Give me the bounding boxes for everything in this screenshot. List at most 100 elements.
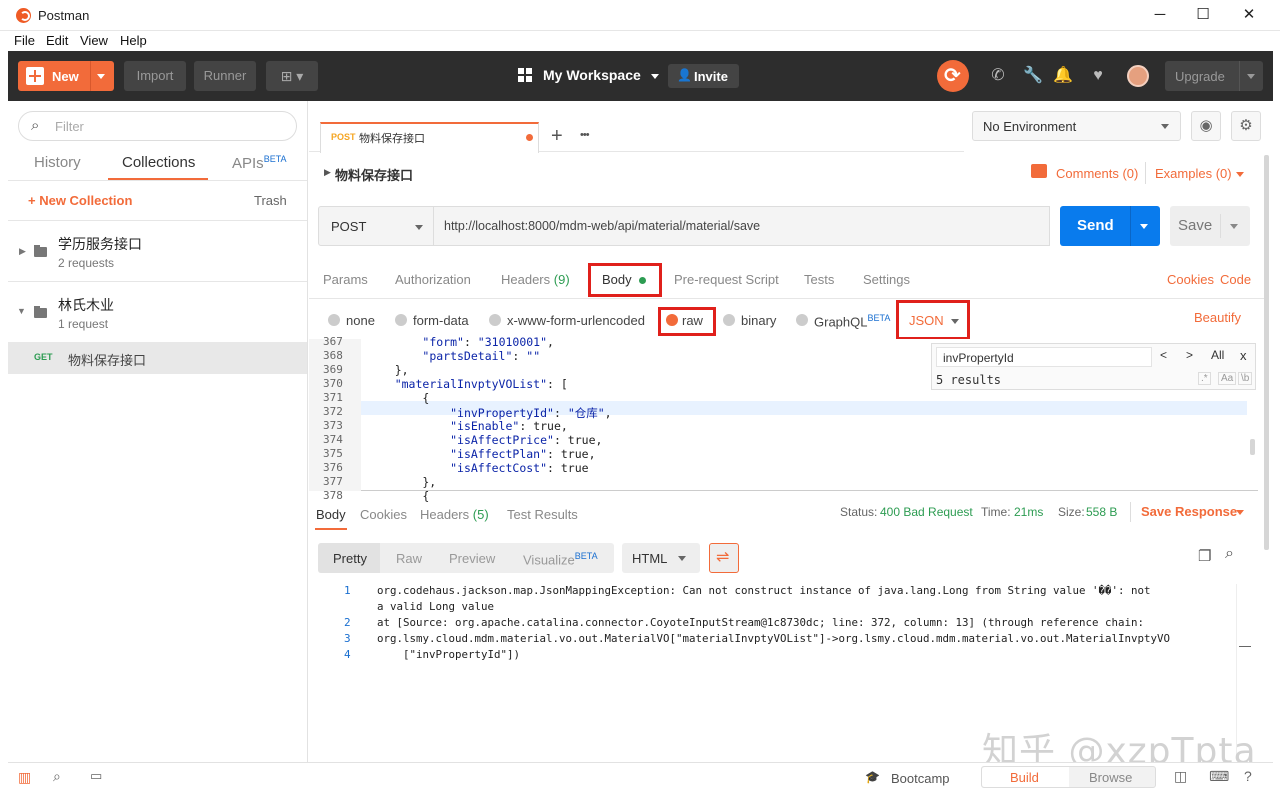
view-pretty[interactable]: Pretty <box>333 551 367 566</box>
save-caret-icon[interactable] <box>1230 224 1238 229</box>
code-line[interactable]: }, <box>367 475 436 489</box>
page-scrollbar[interactable] <box>1264 155 1269 550</box>
radio-binary[interactable] <box>723 314 735 326</box>
build-mode-button[interactable]: Build <box>1010 770 1039 785</box>
console-icon[interactable]: ▭ <box>90 768 102 784</box>
new-window-button[interactable]: ⊞ ▾ <box>266 61 318 91</box>
two-pane-view-icon[interactable]: ◫ <box>1174 768 1187 785</box>
keyboard-shortcuts-icon[interactable]: ⌨ <box>1209 768 1229 785</box>
wrap-lines-icon[interactable] <box>709 543 739 573</box>
unsaved-dot-icon[interactable] <box>526 134 533 141</box>
status-value[interactable]: 400 Bad Request <box>880 505 973 519</box>
find-replace-icon[interactable]: ⌕ <box>53 768 61 785</box>
send-caret-icon[interactable] <box>1140 224 1148 229</box>
code-line[interactable]: { <box>367 391 429 405</box>
environment-select[interactable]: No Environment <box>972 111 1181 141</box>
tab-body[interactable]: Body <box>602 272 647 287</box>
save-response-button[interactable]: Save Response <box>1141 504 1237 519</box>
response-tab-body[interactable]: Body <box>316 507 346 522</box>
beautify-link[interactable]: Beautify <box>1194 310 1241 325</box>
send-button[interactable]: Send <box>1060 206 1160 246</box>
cookies-link[interactable]: Cookies <box>1167 272 1214 287</box>
search-icon[interactable]: ⌕ <box>1225 545 1234 563</box>
find-input[interactable]: invPropertyId <box>936 347 1152 367</box>
radio-form-data[interactable] <box>395 314 407 326</box>
bootcamp-link[interactable]: Bootcamp <box>891 771 950 786</box>
body-type-none[interactable]: none <box>346 313 375 328</box>
menu-edit[interactable]: Edit <box>46 33 68 48</box>
code-line[interactable]: "isAffectPlan": true, <box>367 447 595 461</box>
chevron-right-icon[interactable]: ▶ <box>324 167 331 178</box>
sync-icon[interactable] <box>937 60 969 92</box>
find-case-toggle[interactable]: Aa <box>1218 372 1237 385</box>
find-prev-button[interactable]: < <box>1160 348 1167 362</box>
help-icon[interactable]: ? <box>1244 768 1252 784</box>
radio-urlencoded[interactable] <box>489 314 501 326</box>
url-input[interactable]: http://localhost:8000/mdm-web/api/materi… <box>434 206 1050 246</box>
examples-caret-icon[interactable] <box>1236 172 1244 177</box>
runner-button[interactable]: Runner <box>194 61 256 91</box>
request-item[interactable]: GET 物料保存接口 <box>8 342 307 374</box>
collection-item[interactable]: ▶ 学历服务接口 2 requests <box>8 221 307 281</box>
bell-icon[interactable]: 🔔 <box>1053 66 1073 86</box>
manage-environments-button[interactable]: ⚙ <box>1231 111 1261 141</box>
time-value[interactable]: 21ms <box>1014 505 1043 519</box>
comments-button[interactable]: Comments (0) <box>1056 166 1138 181</box>
close-window-button[interactable]: ✕ <box>1229 4 1269 26</box>
body-type-raw[interactable]: raw <box>682 313 703 328</box>
view-raw[interactable]: Raw <box>396 551 422 566</box>
find-close-button[interactable]: x <box>1240 348 1247 363</box>
menu-help[interactable]: Help <box>120 33 147 48</box>
chevron-right-icon[interactable]: ▶ <box>19 246 26 257</box>
browse-mode-button[interactable]: Browse <box>1089 770 1132 785</box>
upgrade-caret-icon[interactable] <box>1247 74 1255 79</box>
menu-file[interactable]: File <box>14 33 35 48</box>
code-link[interactable]: Code <box>1220 272 1251 287</box>
maximize-button[interactable]: ☐ <box>1183 4 1223 26</box>
code-line[interactable]: "isAffectPrice": true, <box>367 433 602 447</box>
code-line[interactable]: "isEnable": true, <box>367 419 568 433</box>
menu-view[interactable]: View <box>80 33 108 48</box>
body-type-form-data[interactable]: form-data <box>413 313 469 328</box>
new-button[interactable]: New <box>18 61 114 91</box>
filter-input[interactable]: ⌕ Filter <box>18 111 297 141</box>
minimize-button[interactable]: ─ <box>1140 4 1180 26</box>
body-type-graphql[interactable]: GraphQLBETA <box>814 313 890 329</box>
invite-button[interactable]: 👤 Invite <box>668 64 739 88</box>
view-visualize[interactable]: VisualizeBETA <box>523 551 598 567</box>
code-line[interactable]: }, <box>367 363 409 377</box>
method-select[interactable]: POST <box>318 206 434 246</box>
radio-none[interactable] <box>328 314 340 326</box>
tab-pre-request-script[interactable]: Pre-request Script <box>674 272 779 287</box>
response-tab-headers[interactable]: Headers (5) <box>420 507 489 522</box>
code-line[interactable]: "partsDetail": "" <box>367 349 540 363</box>
collection-item[interactable]: ▼ 林氏木业 1 request <box>8 282 307 342</box>
find-word-toggle[interactable]: \b <box>1238 372 1253 385</box>
format-select[interactable]: JSON <box>905 311 963 331</box>
find-next-button[interactable]: > <box>1186 348 1193 362</box>
code-line[interactable]: "isAffectCost": true <box>367 461 588 475</box>
environment-quick-look-button[interactable]: ◉ <box>1191 111 1221 141</box>
request-title[interactable]: 物料保存接口 <box>335 165 413 184</box>
tab-params[interactable]: Params <box>323 272 368 287</box>
tab-tests[interactable]: Tests <box>804 272 834 287</box>
request-tab[interactable]: POST 物料保存接口 <box>320 122 539 153</box>
radio-graphql[interactable] <box>796 314 808 326</box>
tab-history[interactable]: History <box>34 154 81 171</box>
tab-headers[interactable]: Headers (9) <box>501 272 570 287</box>
tab-settings[interactable]: Settings <box>863 272 910 287</box>
editor-scrollbar[interactable] <box>1250 439 1255 455</box>
copy-icon[interactable]: ❐ <box>1198 547 1211 565</box>
save-button[interactable]: Save <box>1170 206 1250 246</box>
trash-link[interactable]: Trash <box>254 193 287 208</box>
code-line[interactable]: "materialInvptyVOList": [ <box>367 377 568 391</box>
examples-button[interactable]: Examples (0) <box>1155 166 1232 181</box>
workspace-switcher[interactable]: My Workspace <box>518 67 659 83</box>
radio-raw[interactable] <box>666 314 678 326</box>
code-line[interactable]: "form": "31010001", <box>367 335 554 349</box>
avatar[interactable] <box>1127 65 1149 87</box>
satellite-icon[interactable]: ✆ <box>988 66 1008 86</box>
response-tab-test-results[interactable]: Test Results <box>507 507 578 522</box>
find-all-button[interactable]: All <box>1211 348 1224 362</box>
view-preview[interactable]: Preview <box>449 551 495 566</box>
